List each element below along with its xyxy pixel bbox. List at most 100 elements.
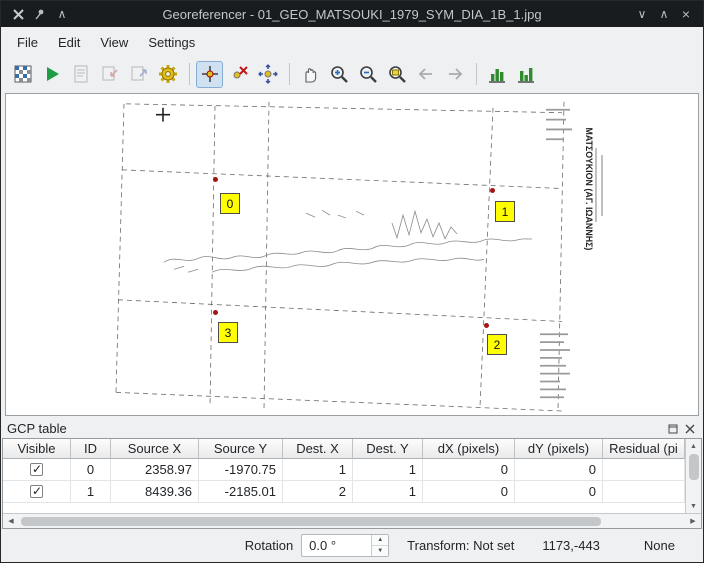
scanned-map-image: ΜΑΤΣΟΥΚΙΟΝ (ΑΓ. ΙΩΑΝΝΗΣ) xyxy=(6,94,698,415)
rotation-spin-down[interactable] xyxy=(372,545,388,556)
scroll-up-arrow-icon[interactable] xyxy=(686,439,701,453)
visible-checkbox[interactable] xyxy=(30,485,43,498)
menu-view[interactable]: View xyxy=(90,30,138,55)
zoom-to-layer-button[interactable] xyxy=(383,61,410,88)
crosshair-cursor-icon xyxy=(156,108,170,122)
map-canvas[interactable]: ΜΑΤΣΟΥΚΙΟΝ (ΑΓ. ΙΩΑΝΝΗΣ) xyxy=(5,93,699,416)
col-dy[interactable]: dY (pixels) xyxy=(515,439,603,459)
col-source-y[interactable]: Source Y xyxy=(199,439,283,459)
table-vertical-scrollbar[interactable] xyxy=(685,439,701,513)
cell-id[interactable]: 0 xyxy=(71,459,111,481)
cell-source-y[interactable]: -2185.01 xyxy=(199,481,283,503)
scroll-left-arrow-icon[interactable] xyxy=(3,514,19,528)
load-gcp-points-button[interactable] xyxy=(96,61,123,88)
cell-source-y[interactable]: -1970.75 xyxy=(199,459,283,481)
close-button[interactable] xyxy=(675,3,697,25)
minimize-button[interactable] xyxy=(631,3,653,25)
vertical-scroll-thumb[interactable] xyxy=(689,454,699,480)
cell-dy[interactable]: 0 xyxy=(515,459,603,481)
cell-dest-y[interactable]: 1 xyxy=(353,459,423,481)
cell-dx[interactable]: 0 xyxy=(423,481,515,503)
col-visible[interactable]: Visible xyxy=(3,439,71,459)
close-panel-button[interactable] xyxy=(683,422,697,436)
map-marginalia-top-right xyxy=(546,110,572,140)
map-title-text: ΜΑΤΣΟΥΚΙΟΝ (ΑΓ. ΙΩΑΝΝΗΣ) xyxy=(584,127,594,250)
close-panel-icon xyxy=(685,424,695,434)
zoom-next-icon xyxy=(445,64,465,84)
col-source-x[interactable]: Source X xyxy=(111,439,199,459)
gcp-panel-header: GCP table xyxy=(2,419,702,438)
maximize-button[interactable] xyxy=(653,3,675,25)
menu-edit[interactable]: Edit xyxy=(48,30,90,55)
zoom-in-button[interactable] xyxy=(325,61,352,88)
toolbar-separator xyxy=(476,63,477,85)
pan-button[interactable] xyxy=(296,61,323,88)
scroll-right-arrow-icon[interactable] xyxy=(685,514,701,528)
rotation-spinbox[interactable]: 0.0 ° xyxy=(301,534,389,557)
save-gcp-icon xyxy=(129,64,149,84)
shade-button[interactable] xyxy=(51,3,73,25)
gcp-table-frame: Visible ID Source X Source Y Dest. X Des… xyxy=(2,438,702,529)
keep-above-pin-icon[interactable] xyxy=(29,3,51,25)
cell-dest-x[interactable]: 2 xyxy=(283,481,353,503)
col-id[interactable]: ID xyxy=(71,439,111,459)
app-x-icon xyxy=(12,8,25,21)
toolbar-separator xyxy=(289,63,290,85)
col-dest-x[interactable]: Dest. X xyxy=(283,439,353,459)
cell-source-x[interactable]: 8439.36 xyxy=(111,481,199,503)
cell-residual[interactable] xyxy=(603,459,685,481)
gcp-panel-title: GCP table xyxy=(7,421,67,436)
gcp-row-1[interactable]: 1 8439.36 -2185.01 2 1 0 0 xyxy=(3,481,685,503)
histogram-full-stretch-button[interactable] xyxy=(483,61,510,88)
move-point-icon xyxy=(258,64,278,84)
open-raster-icon xyxy=(13,64,33,84)
zoom-next-button[interactable] xyxy=(441,61,468,88)
zoom-out-icon xyxy=(358,64,378,84)
zoom-out-button[interactable] xyxy=(354,61,381,88)
gcp-point-icon xyxy=(213,177,218,182)
generate-gdal-script-button[interactable] xyxy=(67,61,94,88)
open-raster-button[interactable] xyxy=(9,61,36,88)
gcp-row-0[interactable]: 0 2358.97 -1970.75 1 1 0 0 xyxy=(3,459,685,481)
add-point-button[interactable] xyxy=(196,61,223,88)
col-dest-y[interactable]: Dest. Y xyxy=(353,439,423,459)
zoom-last-button[interactable] xyxy=(412,61,439,88)
histogram-full-icon xyxy=(487,64,507,84)
move-point-button[interactable] xyxy=(254,61,281,88)
gear-icon xyxy=(158,64,178,84)
cell-dest-y[interactable]: 1 xyxy=(353,481,423,503)
cell-id[interactable]: 1 xyxy=(71,481,111,503)
histogram-local-stretch-button[interactable] xyxy=(512,61,539,88)
col-dx[interactable]: dX (pixels) xyxy=(423,439,515,459)
transformation-settings-button[interactable] xyxy=(154,61,181,88)
delete-point-button[interactable] xyxy=(225,61,252,88)
map-marginalia-bottom-right xyxy=(540,334,570,397)
start-georeferencing-button[interactable] xyxy=(38,61,65,88)
pan-hand-icon xyxy=(300,64,320,84)
rotation-spin-up[interactable] xyxy=(372,535,388,545)
scroll-down-arrow-icon[interactable] xyxy=(686,499,701,513)
cell-dx[interactable]: 0 xyxy=(423,459,515,481)
visible-checkbox[interactable] xyxy=(30,463,43,476)
float-panel-button[interactable] xyxy=(666,422,680,436)
cell-dy[interactable]: 0 xyxy=(515,481,603,503)
table-horizontal-scrollbar[interactable] xyxy=(3,513,701,528)
cell-residual[interactable] xyxy=(603,481,685,503)
rotation-value[interactable]: 0.0 ° xyxy=(302,535,371,556)
cell-source-x[interactable]: 2358.97 xyxy=(111,459,199,481)
menu-settings[interactable]: Settings xyxy=(138,30,205,55)
horizontal-scroll-thumb[interactable] xyxy=(21,517,601,526)
gcp-table: Visible ID Source X Source Y Dest. X Des… xyxy=(3,439,685,513)
cursor-coordinates: 1173,-443 xyxy=(542,538,600,553)
toolbar-separator xyxy=(189,63,190,85)
start-georeferencing-icon xyxy=(42,64,62,84)
menu-file[interactable]: File xyxy=(7,30,48,55)
georeferencer-window: Georeferencer - 01_GEO_MATSOUKI_1979_SYM… xyxy=(0,0,704,563)
cell-dest-x[interactable]: 1 xyxy=(283,459,353,481)
col-residual[interactable]: Residual (pi xyxy=(603,439,685,459)
crs-indicator: None xyxy=(644,538,675,553)
app-icon[interactable] xyxy=(7,3,29,25)
pin-icon xyxy=(34,8,46,20)
save-gcp-points-button[interactable] xyxy=(125,61,152,88)
transform-status: Transform: Not set xyxy=(407,538,514,553)
